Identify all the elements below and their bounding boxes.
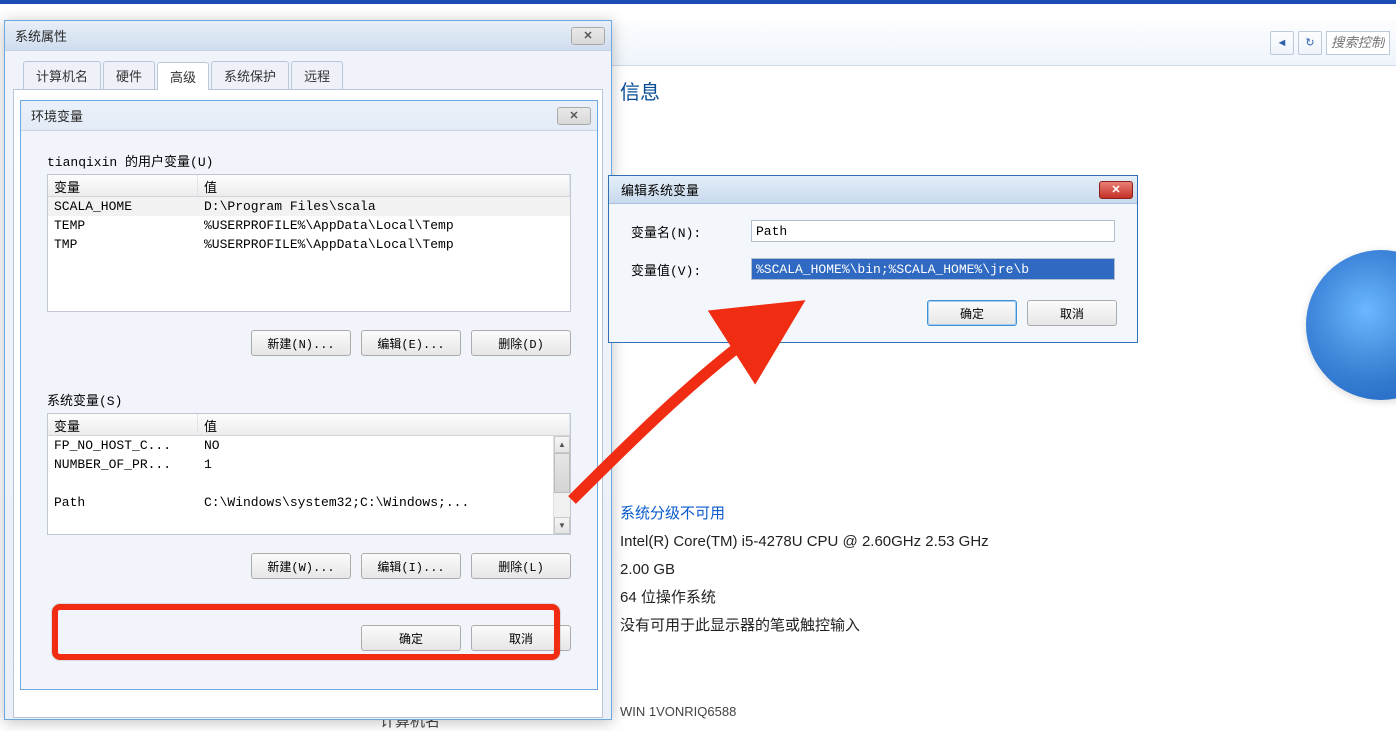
- system-vars-list[interactable]: 变量 值 FP_NO_HOST_C... NO NUMBER_OF_PR... …: [47, 413, 571, 535]
- scroll-thumb[interactable]: [554, 453, 570, 493]
- envvars-title: 环境变量: [31, 106, 83, 125]
- explorer-header: ◄ ↻: [612, 20, 1396, 66]
- list-item[interactable]: NUMBER_OF_PR... 1: [48, 455, 570, 474]
- system-info-body: 系统分级不可用 Intel(R) Core(TM) i5-4278U CPU @…: [620, 500, 989, 640]
- nav-back-button[interactable]: ◄: [1270, 31, 1294, 55]
- close-icon: ✕: [1111, 183, 1120, 196]
- cancel-button[interactable]: 取消: [471, 625, 571, 651]
- scroll-up-icon[interactable]: ▲: [554, 436, 570, 453]
- system-vars-label: 系统变量(S): [47, 386, 571, 413]
- cpu-info: Intel(R) Core(TM) i5-4278U CPU @ 2.60GHz…: [620, 528, 989, 556]
- var-name-label: 变量名(N):: [631, 222, 751, 241]
- delete-system-var-button[interactable]: 删除(L): [471, 553, 571, 579]
- new-system-var-button[interactable]: 新建(W)...: [251, 553, 351, 579]
- ok-button[interactable]: 确定: [361, 625, 461, 651]
- list-item[interactable]: [48, 474, 570, 493]
- edit-system-var-button[interactable]: 编辑(I)...: [361, 553, 461, 579]
- list-item[interactable]: TEMP %USERPROFILE%\AppData\Local\Temp: [48, 216, 570, 235]
- windows-logo: [1306, 250, 1396, 400]
- list-item[interactable]: FP_NO_HOST_C... NO: [48, 436, 570, 455]
- list-item[interactable]: SCALA_HOME D:\Program Files\scala: [48, 197, 570, 216]
- tab-system-protection[interactable]: 系统保护: [211, 61, 289, 89]
- sysprops-titlebar[interactable]: 系统属性 ✕: [5, 21, 611, 51]
- close-icon: ✕: [583, 29, 592, 42]
- tab-advanced[interactable]: 高级: [157, 62, 209, 90]
- col-variable[interactable]: 变量: [48, 414, 198, 435]
- close-button[interactable]: ✕: [557, 107, 591, 125]
- window-frame-top: [0, 0, 1396, 4]
- col-variable[interactable]: 变量: [48, 175, 198, 196]
- var-value-label: 变量值(V):: [631, 260, 751, 279]
- new-user-var-button[interactable]: 新建(N)...: [251, 330, 351, 356]
- nav-refresh-button[interactable]: ↻: [1298, 31, 1322, 55]
- tab-hardware[interactable]: 硬件: [103, 61, 155, 89]
- list-header[interactable]: 变量 值: [48, 414, 570, 436]
- tab-remote[interactable]: 远程: [291, 61, 343, 89]
- user-vars-list[interactable]: 变量 值 SCALA_HOME D:\Program Files\scala T…: [47, 174, 571, 312]
- delete-user-var-button[interactable]: 删除(D): [471, 330, 571, 356]
- close-button[interactable]: ✕: [1099, 181, 1133, 199]
- tab-computer-name[interactable]: 计算机名: [23, 61, 101, 89]
- editvar-title: 编辑系统变量: [621, 180, 699, 199]
- environment-variables-dialog: 环境变量 ✕ tianqixin 的用户变量(U) 变量 值 SCALA_HOM…: [20, 100, 598, 690]
- user-vars-label: tianqixin 的用户变量(U): [47, 147, 571, 174]
- system-rating-link[interactable]: 系统分级不可用: [620, 500, 989, 528]
- page-heading: 信息: [620, 76, 660, 105]
- edit-user-var-button[interactable]: 编辑(E)...: [361, 330, 461, 356]
- editvar-titlebar[interactable]: 编辑系统变量 ✕: [609, 176, 1137, 204]
- sysprops-tabs: 计算机名 硬件 高级 系统保护 远程: [13, 55, 603, 90]
- scrollbar[interactable]: ▲ ▼: [553, 436, 570, 534]
- os-type: 64 位操作系统: [620, 584, 989, 612]
- edit-system-variable-dialog: 编辑系统变量 ✕ 变量名(N): 变量值(V): 确定 取消: [608, 175, 1138, 343]
- sysprops-title: 系统属性: [15, 26, 67, 45]
- list-item-path[interactable]: Path C:\Windows\system32;C:\Windows;...: [48, 493, 570, 512]
- var-name-input[interactable]: [751, 220, 1115, 242]
- search-input[interactable]: [1326, 31, 1390, 55]
- var-value-input[interactable]: [751, 258, 1115, 280]
- close-button[interactable]: ✕: [571, 27, 605, 45]
- list-item[interactable]: TMP %USERPROFILE%\AppData\Local\Temp: [48, 235, 570, 254]
- list-header[interactable]: 变量 值: [48, 175, 570, 197]
- envvars-titlebar[interactable]: 环境变量 ✕: [21, 101, 597, 131]
- col-value[interactable]: 值: [198, 175, 570, 196]
- ram-info: 2.00 GB: [620, 556, 989, 584]
- ok-button[interactable]: 确定: [927, 300, 1017, 326]
- footer-comp-value: WIN 1VONRIQ6588: [620, 704, 736, 719]
- cancel-button[interactable]: 取消: [1027, 300, 1117, 326]
- pen-touch-info: 没有可用于此显示器的笔或触控输入: [620, 612, 989, 640]
- system-info-panel: ◄ ↻ 信息 系统分级不可用 Intel(R) Core(TM) i5-4278…: [612, 20, 1396, 720]
- col-value[interactable]: 值: [198, 414, 570, 435]
- close-icon: ✕: [569, 109, 578, 122]
- scroll-down-icon[interactable]: ▼: [554, 517, 570, 534]
